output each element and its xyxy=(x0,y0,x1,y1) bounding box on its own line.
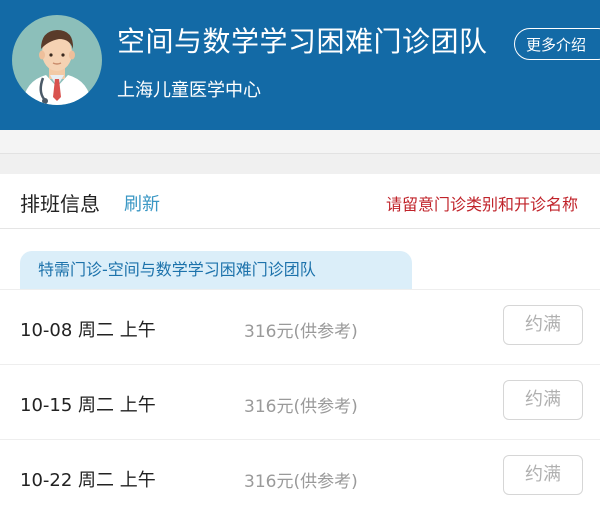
clinic-type-tab[interactable]: 特需门诊-空间与数学学习困难门诊团队 xyxy=(20,251,412,289)
team-title: 空间与数学学习困难门诊团队 xyxy=(117,25,488,58)
schedule-date: 10-08 周二 上午 xyxy=(20,320,156,341)
schedule-date: 10-22 周二 上午 xyxy=(20,470,156,491)
schedule-row: 10-15 周二 上午 316元(供参考) 约满 xyxy=(0,364,600,439)
refresh-link[interactable]: 刷新 xyxy=(124,190,160,216)
full-status-button[interactable]: 约满 xyxy=(503,380,583,420)
schedule-list: 特需门诊-空间与数学学习困难门诊团队 10-08 周二 上午 316元(供参考)… xyxy=(0,229,600,514)
clinic-notice: 请留意门诊类别和开诊名称 xyxy=(385,195,578,214)
schedule-date: 10-15 周二 上午 xyxy=(20,395,156,416)
full-status-button[interactable]: 约满 xyxy=(503,455,583,495)
more-intro-button[interactable]: 更多介绍 xyxy=(514,28,600,60)
doctor-header: 空间与数学学习困难门诊团队 上海儿童医学中心 更多介绍 xyxy=(0,0,600,130)
schedule-row: 10-22 周二 上午 316元(供参考) 约满 xyxy=(0,439,600,514)
schedule-price: 316元(供参考) xyxy=(244,397,358,417)
schedule-price: 316元(供参考) xyxy=(244,472,358,492)
hospital-name: 上海儿童医学中心 xyxy=(117,80,261,101)
schedule-row: 10-08 周二 上午 316元(供参考) 约满 xyxy=(0,289,600,364)
schedule-price: 316元(供参考) xyxy=(244,322,358,342)
schedule-header: 排班信息 刷新 请留意门诊类别和开诊名称 xyxy=(0,174,600,229)
full-status-button[interactable]: 约满 xyxy=(503,305,583,345)
doctor-avatar-icon xyxy=(12,15,102,105)
divider-bar xyxy=(0,153,600,175)
schedule-title: 排班信息 xyxy=(20,192,100,216)
